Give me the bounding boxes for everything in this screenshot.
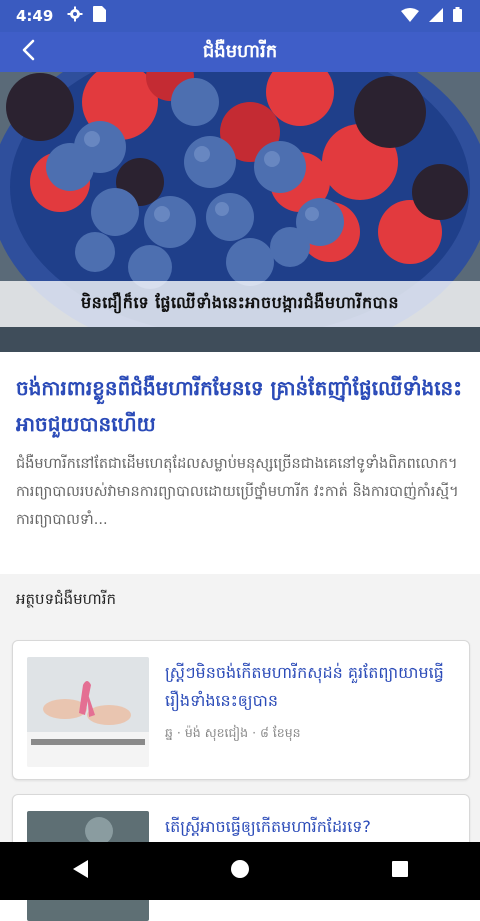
nav-home-circle-icon bbox=[230, 859, 250, 883]
hero-image[interactable]: មិនជឿក៏ទេ ផ្លែឈើទាំងនេះអាចបង្ការជំងឺមហារ… bbox=[0, 72, 480, 352]
app-bar: ជំងឺមហារីក bbox=[0, 32, 480, 72]
battery-icon bbox=[453, 6, 462, 26]
nav-recents-square-icon bbox=[391, 860, 409, 882]
card-meta: ឆ្ន · ម៉ង់ សុខជៀង · ៨ ខែមុន bbox=[165, 725, 301, 740]
page-title: ជំងឺមហារីក bbox=[202, 40, 278, 62]
pink-ribbon-thumbnail bbox=[27, 657, 149, 767]
back-button[interactable] bbox=[0, 32, 56, 72]
card-title[interactable]: ស្រ្តីៗមិនចង់កើតមហារីកសុដន់ គួរតែព្យាយាម… bbox=[165, 659, 455, 715]
status-time: 4:49 bbox=[16, 7, 54, 25]
arrow-back-icon bbox=[21, 39, 35, 65]
nav-back-button[interactable] bbox=[50, 846, 110, 896]
article-summary: ជំងឺមហារីកនៅតែជាដើមហេតុដែលសម្លាប់មនុស្សច… bbox=[16, 456, 459, 528]
sim-card-icon bbox=[93, 6, 107, 26]
gear-icon bbox=[67, 6, 83, 26]
hero-caption: មិនជឿក៏ទេ ផ្លែឈើទាំងនេះអាចបង្ការជំងឺមហារ… bbox=[0, 281, 480, 327]
featured-article[interactable]: ចង់ការពារខ្លួនពីជំងឺមហារីកមែនទេ គ្រាន់តែ… bbox=[0, 352, 480, 534]
card-title[interactable]: តើស្ត្រីអាចធ្វើឲ្យកើតមហារីកដែរទេ? bbox=[165, 813, 455, 841]
section-title: អត្ថបទជំងឺមហារីក bbox=[16, 590, 116, 608]
status-bar: 4:49 bbox=[0, 0, 480, 32]
article-card[interactable]: ស្រ្តីៗមិនចង់កើតមហារីកសុដន់ គួរតែព្យាយាម… bbox=[12, 640, 470, 780]
article-thumbnail bbox=[27, 657, 149, 767]
nav-home-button[interactable] bbox=[210, 846, 270, 896]
signal-icon bbox=[429, 7, 443, 26]
nav-back-triangle-icon bbox=[71, 859, 89, 883]
wifi-icon bbox=[401, 7, 419, 26]
article-headline[interactable]: ចង់ការពារខ្លួនពីជំងឺមហារីកមែនទេ គ្រាន់តែ… bbox=[16, 370, 464, 442]
nav-recents-button[interactable] bbox=[370, 846, 430, 896]
system-nav-bar bbox=[0, 842, 480, 900]
